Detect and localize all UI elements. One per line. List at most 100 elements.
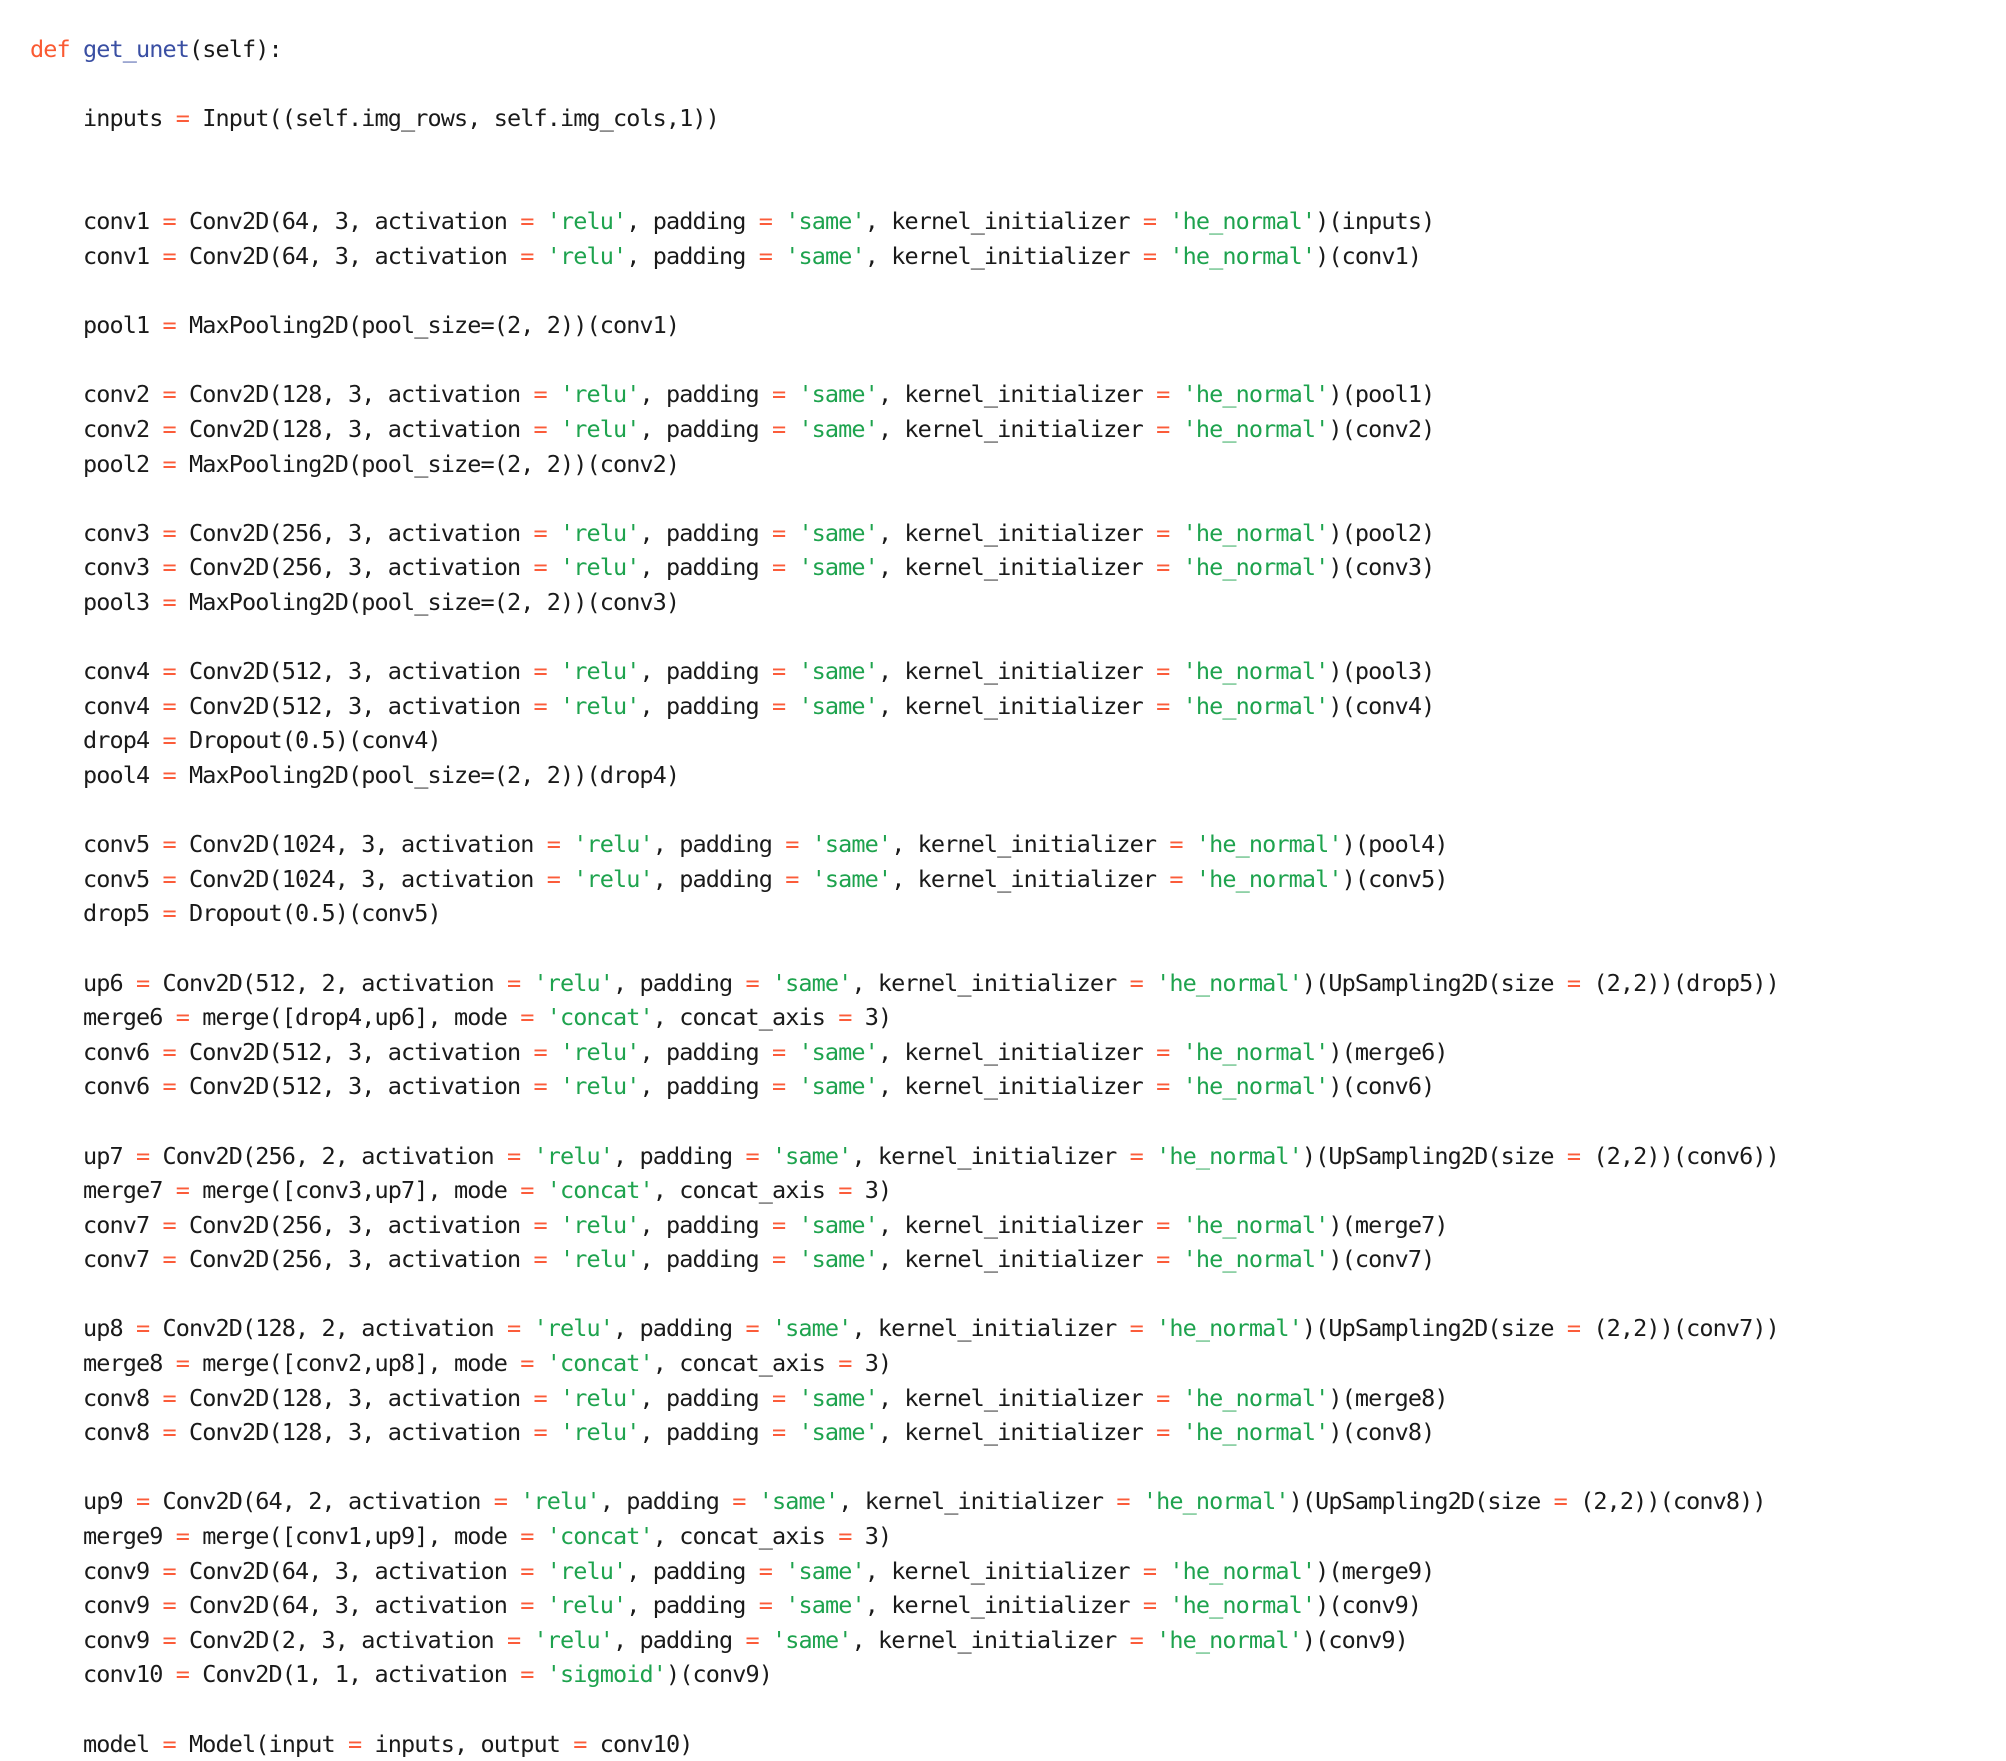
code-token-plain: , padding	[613, 1626, 745, 1654]
code-token-op: =	[772, 1072, 785, 1100]
code-token-plain	[1156, 242, 1169, 270]
code-token-plain: conv9	[83, 1626, 163, 1654]
code-token-plain: drop4	[83, 726, 163, 754]
code-indent	[30, 657, 83, 685]
code-token-plain: Conv2D(128, 2, activation	[149, 1314, 507, 1342]
code-line	[30, 1277, 2006, 1312]
code-line: up8 = Conv2D(128, 2, activation = 'relu'…	[30, 1311, 2006, 1346]
code-token-str: 'he_normal'	[1156, 969, 1302, 997]
code-token-op: =	[176, 1522, 189, 1550]
code-token-plain: merge7	[83, 1176, 176, 1204]
code-token-op: =	[1143, 242, 1156, 270]
code-token-plain: )(conv5)	[1342, 865, 1448, 893]
code-indent	[30, 1522, 83, 1550]
code-token-plain: Model(input	[176, 1730, 348, 1758]
code-line	[30, 135, 2006, 170]
code-token-plain	[1183, 830, 1196, 858]
code-token-op: =	[163, 450, 176, 478]
code-token-plain: , kernel_initializer	[851, 1314, 1129, 1342]
code-token-op: =	[772, 519, 785, 547]
code-token-op: =	[136, 969, 149, 997]
code-token-str: 'he_normal'	[1169, 1557, 1315, 1585]
code-line: merge6 = merge([drop4,up6], mode = 'conc…	[30, 1000, 2006, 1035]
code-line	[30, 931, 2006, 966]
code-line: up6 = Conv2D(512, 2, activation = 'relu'…	[30, 966, 2006, 1001]
code-token-plain	[533, 207, 546, 235]
code-indent	[30, 761, 83, 789]
code-token-str: 'he_normal'	[1183, 1384, 1329, 1412]
code-token-str: 'relu'	[560, 415, 640, 443]
code-token-str: 'concat'	[547, 1003, 653, 1031]
code-token-plain: Conv2D(128, 3, activation	[176, 1384, 534, 1412]
code-token-plain	[785, 553, 798, 581]
code-token-plain	[772, 1591, 785, 1619]
code-token-op: =	[732, 1487, 745, 1515]
code-token-op: =	[1567, 1314, 1580, 1342]
code-token-op: =	[759, 242, 772, 270]
code-indent	[30, 1487, 83, 1515]
code-token-op: =	[533, 657, 546, 685]
code-token-plain	[1169, 415, 1182, 443]
code-token-plain: )(merge7)	[1328, 1211, 1447, 1239]
code-line: conv5 = Conv2D(1024, 3, activation = 're…	[30, 827, 2006, 862]
code-token-op: =	[1169, 865, 1182, 893]
code-indent	[30, 450, 83, 478]
code-token-str: 'relu'	[560, 1245, 640, 1273]
code-token-str: 'he_normal'	[1183, 1211, 1329, 1239]
code-token-plain	[547, 1211, 560, 1239]
code-line: conv6 = Conv2D(512, 3, activation = 'rel…	[30, 1035, 2006, 1070]
code-token-str: 'relu'	[547, 1557, 627, 1585]
code-token-op: =	[176, 1176, 189, 1204]
code-token-str: 'relu'	[533, 1314, 613, 1342]
code-token-plain	[547, 1245, 560, 1273]
code-token-plain: up8	[83, 1314, 136, 1342]
code-line: conv2 = Conv2D(128, 3, activation = 'rel…	[30, 412, 2006, 447]
code-token-str: 'he_normal'	[1183, 692, 1329, 720]
code-line: def get_unet(self):	[30, 32, 2006, 67]
code-token-plain	[507, 1487, 520, 1515]
code-token-plain: conv8	[83, 1384, 163, 1412]
code-token-plain: pool4	[83, 761, 163, 789]
code-token-plain: , padding	[613, 1142, 745, 1170]
code-line: merge7 = merge([conv3,up7], mode = 'conc…	[30, 1173, 2006, 1208]
code-token-plain: , padding	[639, 415, 771, 443]
code-indent	[30, 588, 83, 616]
code-token-plain: pool1	[83, 311, 163, 339]
code-token-plain	[547, 1418, 560, 1446]
code-token-str: 'concat'	[547, 1349, 653, 1377]
code-token-op: =	[745, 1626, 758, 1654]
code-token-str: 'relu'	[560, 1211, 640, 1239]
code-token-plain: , concat_axis	[653, 1176, 838, 1204]
code-token-str: 'relu'	[560, 1072, 640, 1100]
code-token-plain: )(conv9)	[1302, 1626, 1408, 1654]
code-token-op: =	[1567, 1142, 1580, 1170]
code-token-op: =	[520, 1522, 533, 1550]
code-line: model = Model(input = inputs, output = c…	[30, 1727, 2006, 1761]
code-token-op: =	[533, 1245, 546, 1273]
code-token-plain: , padding	[613, 969, 745, 997]
code-token-str: 'same'	[772, 1626, 852, 1654]
code-token-op: =	[348, 1730, 361, 1758]
code-token-op: =	[163, 311, 176, 339]
code-token-plain: , kernel_initializer	[865, 242, 1143, 270]
code-token-plain: , padding	[653, 865, 785, 893]
code-token-plain: , kernel_initializer	[891, 865, 1169, 893]
code-token-plain: Conv2D(64, 3, activation	[176, 242, 520, 270]
code-token-str: 'same'	[785, 207, 865, 235]
code-token-str: 'he_normal'	[1156, 1314, 1302, 1342]
code-token-op: =	[163, 207, 176, 235]
code-token-plain: )(pool3)	[1328, 657, 1434, 685]
code-token-plain	[520, 1314, 533, 1342]
code-token-plain	[533, 242, 546, 270]
code-token-str: 'same'	[785, 1557, 865, 1585]
code-token-str: 'same'	[798, 553, 878, 581]
code-token-plain: Conv2D(512, 3, activation	[176, 1072, 534, 1100]
code-indent	[30, 1038, 83, 1066]
code-token-str: 'same'	[798, 519, 878, 547]
code-token-str: 'relu'	[547, 207, 627, 235]
code-token-plain	[547, 1038, 560, 1066]
code-indent	[30, 726, 83, 754]
code-listing[interactable]: def get_unet(self): inputs = Input((self…	[30, 32, 2006, 1761]
code-token-plain: up9	[83, 1487, 136, 1515]
code-token-plain	[1156, 1557, 1169, 1585]
